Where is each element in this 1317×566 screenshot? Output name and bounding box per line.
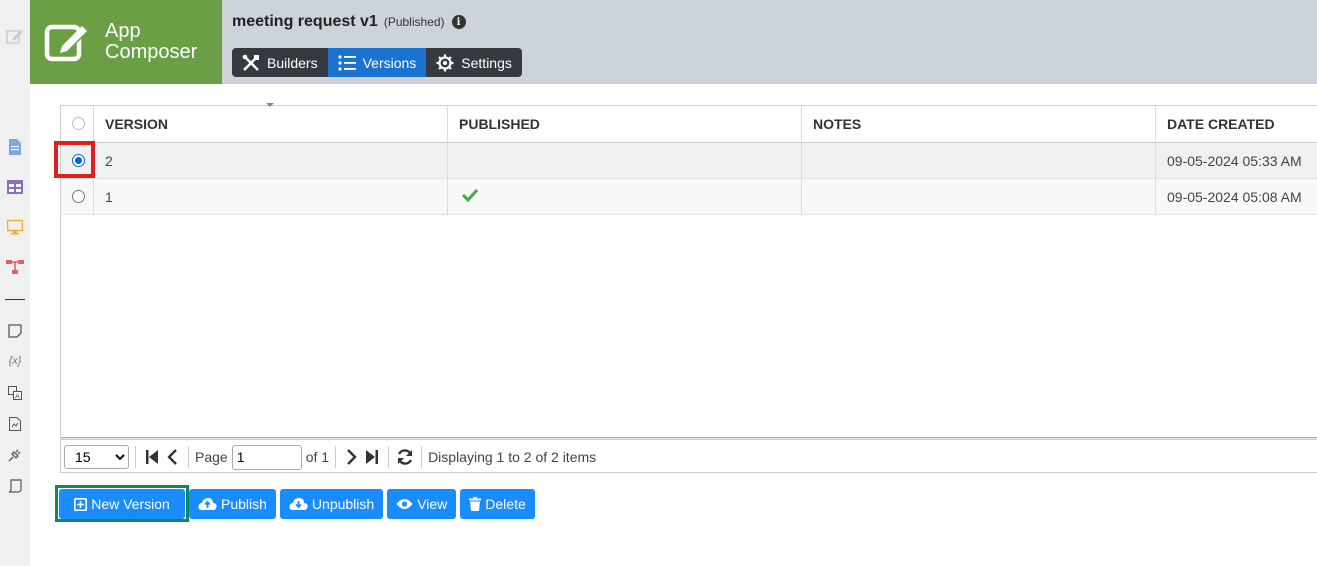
column-header-notes[interactable]: NOTES	[801, 106, 1155, 143]
view-label: View	[417, 496, 448, 512]
trash-icon	[469, 497, 482, 511]
published-check-icon	[462, 188, 478, 202]
pager-separator	[188, 446, 189, 468]
cloud-upload-icon	[198, 498, 217, 510]
cell-date-created: 09-05-2024 05:08 AM	[1155, 179, 1317, 215]
grid-header: VERSION PUBLISHED NOTES DATE CREATED	[61, 103, 1317, 143]
page-count-label: of 1	[305, 449, 330, 465]
svg-text:A: A	[15, 393, 20, 401]
unpublish-button[interactable]: Unpublish	[279, 489, 384, 519]
next-page-icon[interactable]	[342, 445, 362, 469]
eye-icon	[396, 499, 413, 509]
new-version-highlight	[55, 485, 189, 522]
tab-settings-label: Settings	[461, 54, 512, 71]
publish-status: (Published)	[383, 15, 445, 29]
pager-separator	[421, 446, 423, 468]
workflow-icon[interactable]	[6, 258, 24, 276]
script-icon[interactable]	[6, 477, 24, 495]
previous-page-icon[interactable]	[162, 445, 182, 469]
row-select-radio[interactable]	[72, 190, 85, 203]
pager-separator	[135, 446, 136, 468]
publish-button[interactable]: Publish	[189, 489, 276, 519]
translate-icon[interactable]: A	[6, 384, 24, 402]
page-number-input[interactable]	[231, 444, 302, 470]
refresh-icon[interactable]	[395, 445, 415, 469]
cloud-download-icon	[289, 498, 308, 510]
pager-separator	[335, 446, 337, 468]
plug-icon[interactable]	[6, 446, 24, 464]
pager-divider	[61, 437, 1317, 440]
table-row[interactable]: 2 09-05-2024 05:33 AM	[61, 143, 1317, 179]
gear-icon	[436, 54, 454, 71]
image-file-icon[interactable]	[6, 415, 24, 433]
cell-version: 2	[93, 143, 447, 179]
last-page-icon[interactable]	[362, 445, 382, 469]
delete-label: Delete	[485, 496, 526, 512]
app-header: App Composer meeting request v1 (Publish…	[30, 0, 1317, 84]
tab-bar: Builders Versions Settings	[232, 48, 522, 77]
left-rail: {x} A	[0, 0, 30, 566]
rail-divider	[5, 299, 25, 300]
page-label: Page	[195, 449, 228, 465]
publish-label: Publish	[221, 496, 267, 512]
cell-published	[447, 143, 801, 179]
variable-icon[interactable]: {x}	[6, 352, 24, 370]
column-header-published[interactable]: PUBLISHED	[447, 106, 801, 143]
list-icon	[337, 54, 356, 71]
tab-versions[interactable]: Versions	[327, 48, 427, 77]
tab-builders[interactable]: Builders	[232, 48, 328, 77]
tab-settings[interactable]: Settings	[426, 48, 522, 77]
page-size-select[interactable]: 15	[64, 445, 129, 469]
first-page-icon[interactable]	[142, 445, 162, 469]
brand-name: App Composer	[105, 21, 197, 63]
versions-grid: VERSION PUBLISHED NOTES DATE CREATED 2 0…	[60, 103, 1317, 473]
app-brand[interactable]: App Composer	[30, 0, 222, 84]
cell-published	[447, 179, 801, 215]
brand-line-1: App	[105, 20, 141, 42]
selection-highlight	[54, 141, 95, 178]
cell-version: 1	[93, 179, 447, 215]
table-icon[interactable]	[6, 178, 24, 196]
pager: 15 Page of 1 Displaying 1 to 2 of 2 item…	[61, 441, 1317, 473]
sort-indicator-icon	[266, 103, 274, 107]
tab-builders-label: Builders	[267, 54, 318, 71]
title-row: meeting request v1 (Published) i	[232, 13, 466, 31]
pager-separator	[388, 446, 390, 468]
select-all-radio[interactable]	[72, 117, 85, 130]
cell-date-created: 09-05-2024 05:33 AM	[1155, 143, 1317, 179]
unpublish-label: Unpublish	[311, 496, 375, 512]
delete-button[interactable]: Delete	[460, 489, 535, 519]
app-composer-logo-icon	[44, 20, 90, 64]
page-title: meeting request v1	[232, 13, 378, 30]
info-icon[interactable]: i	[451, 15, 466, 29]
brand-line-2: Composer	[105, 41, 198, 63]
tools-icon	[242, 54, 259, 71]
table-row[interactable]: 1 09-05-2024 05:08 AM	[61, 179, 1317, 215]
edit-icon[interactable]	[6, 27, 24, 45]
tab-versions-label: Versions	[362, 54, 417, 71]
monitor-icon[interactable]	[6, 218, 24, 236]
column-header-version[interactable]: VERSION	[93, 106, 447, 143]
column-header-date-created[interactable]: DATE CREATED	[1155, 106, 1317, 143]
cell-notes	[801, 143, 1155, 179]
note-icon[interactable]	[6, 322, 24, 340]
document-icon[interactable]	[6, 138, 24, 156]
cell-notes	[801, 179, 1155, 215]
view-button[interactable]: View	[387, 489, 457, 519]
display-summary: Displaying 1 to 2 of 2 items	[428, 449, 597, 465]
